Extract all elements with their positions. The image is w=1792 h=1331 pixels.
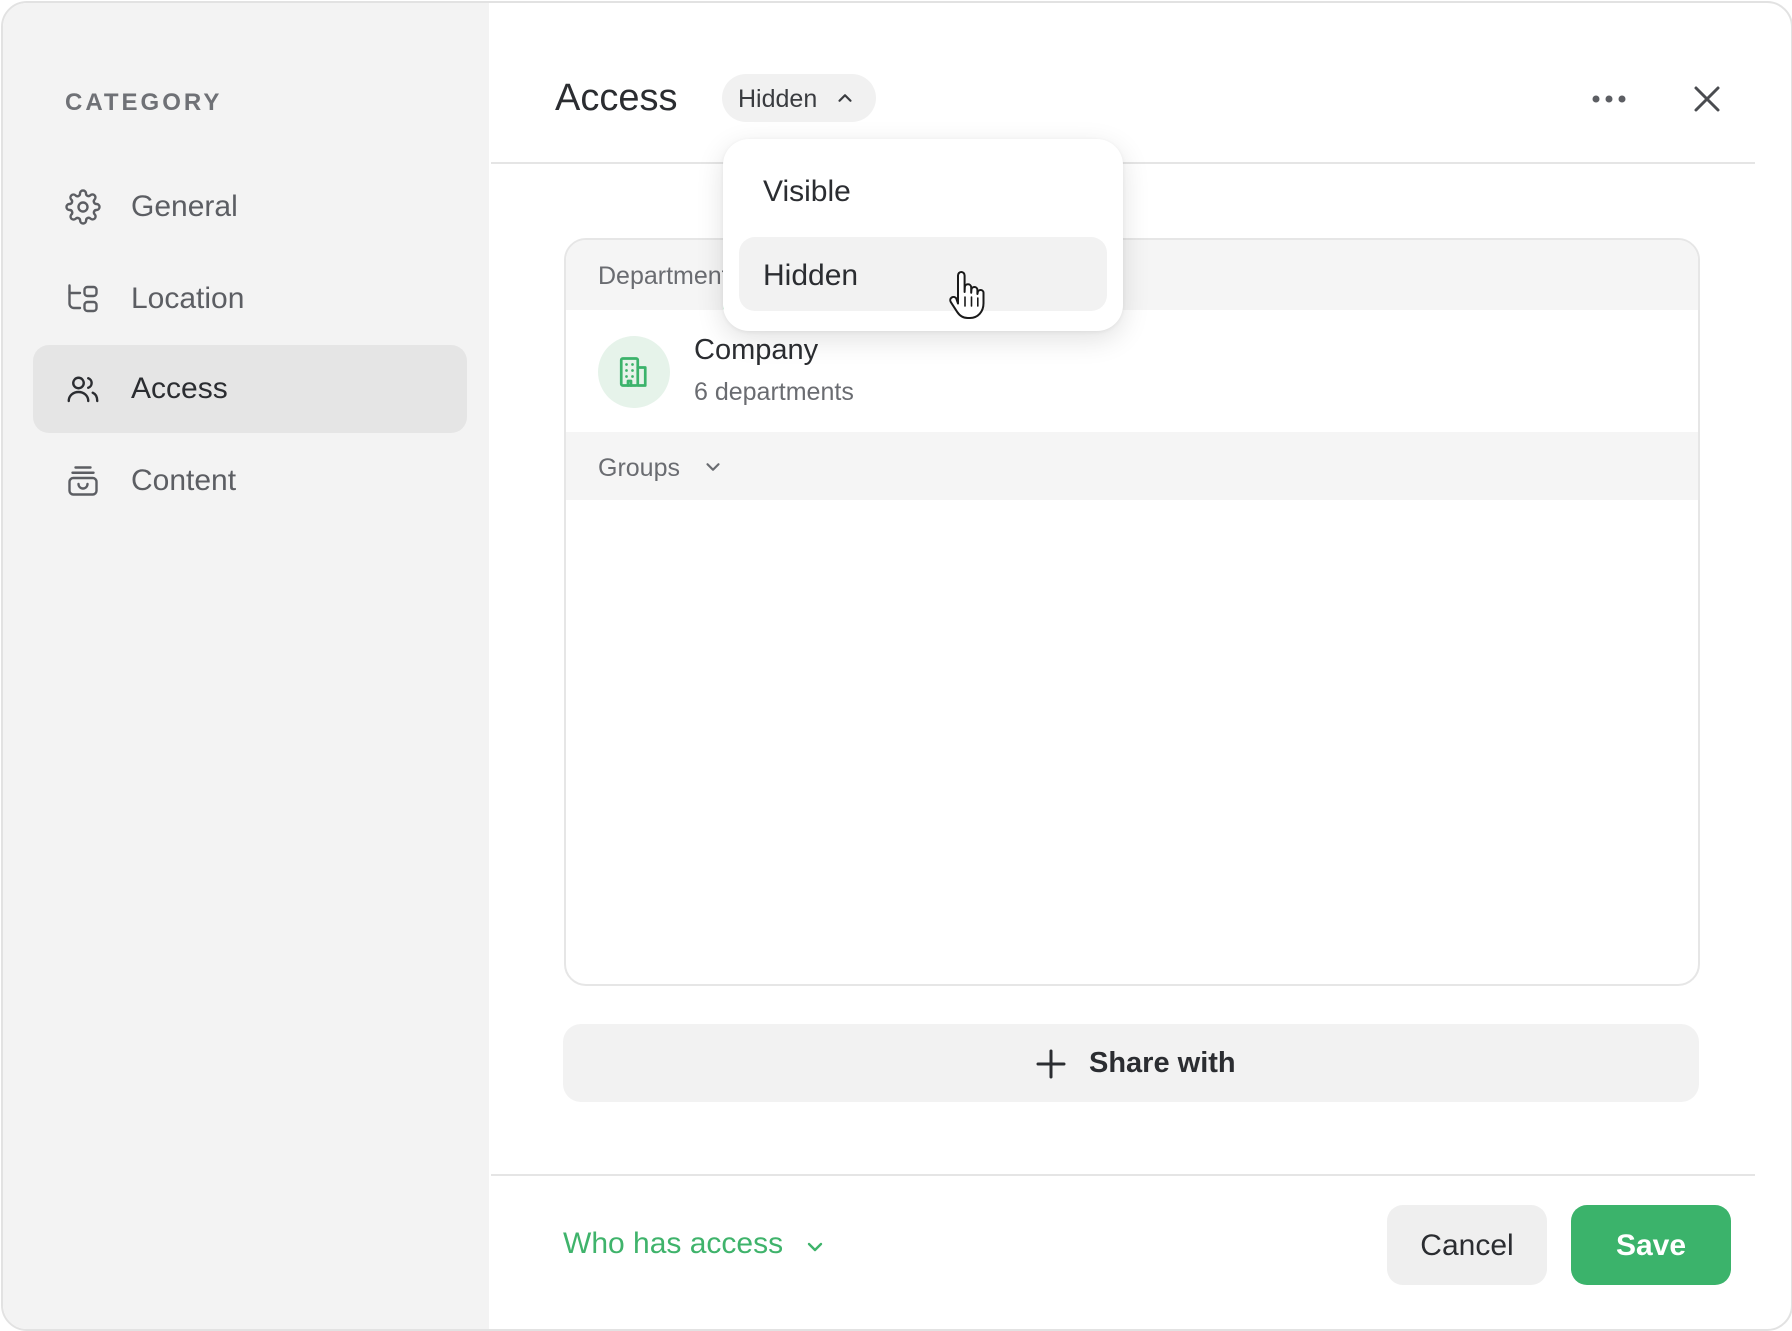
dropdown-option-visible[interactable]: Visible <box>739 153 1107 227</box>
dropdown-option-hidden[interactable]: Hidden <box>739 237 1107 311</box>
sidebar-item-label: Location <box>131 282 245 315</box>
sidebar: CATEGORY General Location Access Content <box>3 3 489 1329</box>
chevron-up-icon <box>838 94 852 102</box>
category-title: CATEGORY <box>65 89 223 116</box>
users-icon <box>67 376 99 403</box>
location-tree-icon <box>68 284 98 313</box>
dropdown-option-label: Visible <box>763 175 851 208</box>
sidebar-item-label: Content <box>131 464 237 497</box>
plus-icon <box>1036 1049 1066 1079</box>
groups-section-header[interactable]: Groups <box>566 432 1698 500</box>
close-icon[interactable] <box>1687 79 1727 119</box>
gear-icon <box>65 189 101 225</box>
sidebar-item-content[interactable]: Content <box>33 437 467 525</box>
hand-cursor-icon <box>949 271 985 319</box>
header-divider <box>491 162 1755 164</box>
cancel-label: Cancel <box>1420 1229 1514 1262</box>
departments-header-label: Departments <box>598 262 742 290</box>
who-has-access-toggle[interactable]: Who has access <box>563 1227 823 1261</box>
chevron-down-icon <box>807 1242 823 1252</box>
sidebar-item-location[interactable]: Location <box>33 255 467 343</box>
access-list-panel: Departments Company 6 departments Groups <box>564 238 1700 986</box>
visibility-dropdown-menu: Visible Hidden <box>723 139 1123 331</box>
avatar <box>598 336 670 408</box>
sidebar-item-label: Access <box>131 372 228 405</box>
save-button[interactable]: Save <box>1571 1205 1731 1285</box>
sidebar-item-label: General <box>131 190 238 223</box>
share-with-button[interactable]: Share with <box>563 1024 1699 1102</box>
company-departments-count: 6 departments <box>694 378 854 406</box>
building-icon <box>619 357 647 387</box>
content-box-icon <box>68 466 98 496</box>
chevron-down-icon <box>706 463 720 471</box>
groups-header-label: Groups <box>598 454 680 482</box>
page-title: Access <box>555 77 678 119</box>
dropdown-option-label: Hidden <box>763 259 859 292</box>
who-has-access-label: Who has access <box>563 1227 784 1260</box>
more-options-icon[interactable] <box>1587 81 1631 117</box>
sidebar-item-general[interactable]: General <box>33 163 467 251</box>
save-label: Save <box>1615 1229 1687 1262</box>
footer-divider <box>491 1174 1755 1176</box>
cancel-button[interactable]: Cancel <box>1387 1205 1547 1285</box>
sidebar-item-access[interactable]: Access <box>33 345 467 433</box>
visibility-value: Hidden <box>738 85 818 113</box>
visibility-dropdown-toggle[interactable]: Hidden <box>722 74 876 122</box>
share-with-label: Share with <box>1089 1047 1236 1079</box>
company-name: Company <box>694 334 819 366</box>
dialog-frame: CATEGORY General Location Access Content… <box>1 1 1792 1331</box>
